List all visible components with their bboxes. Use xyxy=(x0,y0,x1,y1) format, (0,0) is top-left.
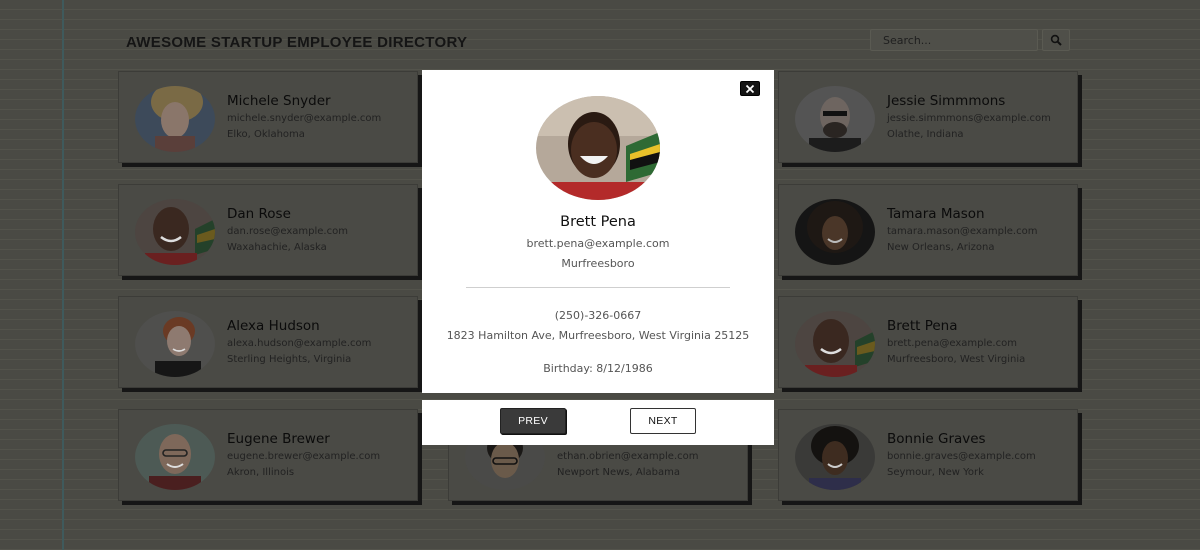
avatar xyxy=(135,199,215,265)
employee-card[interactable]: Tamara Mason tamara.mason@example.com Ne… xyxy=(778,184,1078,276)
employee-location: Akron, Illinois xyxy=(227,467,295,478)
employee-card[interactable]: Brett Pena brett.pena@example.com Murfre… xyxy=(778,296,1078,388)
avatar xyxy=(795,86,875,152)
employee-name: Tamara Mason xyxy=(887,206,985,222)
employee-location: Waxahachie, Alaska xyxy=(227,242,327,253)
modal-close-button[interactable] xyxy=(740,81,760,96)
employee-card[interactable]: Michele Snyder michele.snyder@example.co… xyxy=(118,71,418,163)
avatar xyxy=(135,86,215,152)
employee-location: Newport News, Alabama xyxy=(557,467,680,478)
employee-card[interactable]: Jessie Simmmons jessie.simmmons@example.… xyxy=(778,71,1078,163)
modal-birthday: Birthday: 8/12/1986 xyxy=(543,362,653,375)
employee-location: Murfreesboro, West Virginia xyxy=(887,354,1026,365)
search-input[interactable] xyxy=(870,29,1038,51)
employee-name: Eugene Brewer xyxy=(227,431,330,447)
employee-email: eugene.brewer@example.com xyxy=(227,451,381,462)
employee-card[interactable]: Dan Rose dan.rose@example.com Waxahachie… xyxy=(118,184,418,276)
employee-email: tamara.mason@example.com xyxy=(887,226,1038,237)
page-margin-line xyxy=(62,0,64,550)
modal-name: Brett Pena xyxy=(560,214,636,230)
employee-email: jessie.simmmons@example.com xyxy=(887,113,1051,124)
modal-city: Murfreesboro xyxy=(561,257,635,270)
employee-name: Jessie Simmmons xyxy=(887,93,1006,109)
employee-name: Michele Snyder xyxy=(227,93,331,109)
avatar xyxy=(795,311,875,377)
prev-button[interactable]: PREV xyxy=(500,408,566,434)
modal-phone: (250)-326-0667 xyxy=(554,309,642,322)
employee-name: Alexa Hudson xyxy=(227,318,320,334)
close-icon xyxy=(745,84,755,93)
employee-location: Seymour, New York xyxy=(887,467,984,478)
page-title: AWESOME STARTUP EMPLOYEE DIRECTORY xyxy=(126,34,468,51)
modal-nav: PREV NEXT xyxy=(422,400,774,445)
modal-email: brett.pena@example.com xyxy=(526,237,670,250)
employee-email: bonnie.graves@example.com xyxy=(887,451,1036,462)
next-button[interactable]: NEXT xyxy=(630,408,696,434)
modal-divider xyxy=(466,287,730,288)
employee-location: Sterling Heights, Virginia xyxy=(227,354,352,365)
avatar xyxy=(135,424,215,490)
employee-card[interactable]: Eugene Brewer eugene.brewer@example.com … xyxy=(118,409,418,501)
employee-email: michele.snyder@example.com xyxy=(227,113,382,124)
employee-card[interactable]: Alexa Hudson alexa.hudson@example.com St… xyxy=(118,296,418,388)
modal-avatar xyxy=(536,96,660,200)
search-button[interactable] xyxy=(1042,29,1070,51)
search-icon xyxy=(1050,34,1062,46)
avatar xyxy=(795,199,875,265)
employee-email: brett.pena@example.com xyxy=(887,338,1017,349)
avatar xyxy=(135,311,215,377)
employee-email: alexa.hudson@example.com xyxy=(227,338,372,349)
employee-location: New Orleans, Arizona xyxy=(887,242,995,253)
employee-email: ethan.obrien@example.com xyxy=(557,451,699,462)
employee-name: Dan Rose xyxy=(227,206,291,222)
employee-name: Brett Pena xyxy=(887,318,958,334)
employee-modal: Brett Pena brett.pena@example.com Murfre… xyxy=(422,70,774,393)
employee-email: dan.rose@example.com xyxy=(227,226,348,237)
modal-address: 1823 Hamilton Ave, Murfreesboro, West Vi… xyxy=(446,329,750,342)
employee-card[interactable]: Bonnie Graves bonnie.graves@example.com … xyxy=(778,409,1078,501)
avatar xyxy=(795,424,875,490)
employee-name: Bonnie Graves xyxy=(887,431,986,447)
employee-location: Olathe, Indiana xyxy=(887,129,964,140)
employee-location: Elko, Oklahoma xyxy=(227,129,305,140)
